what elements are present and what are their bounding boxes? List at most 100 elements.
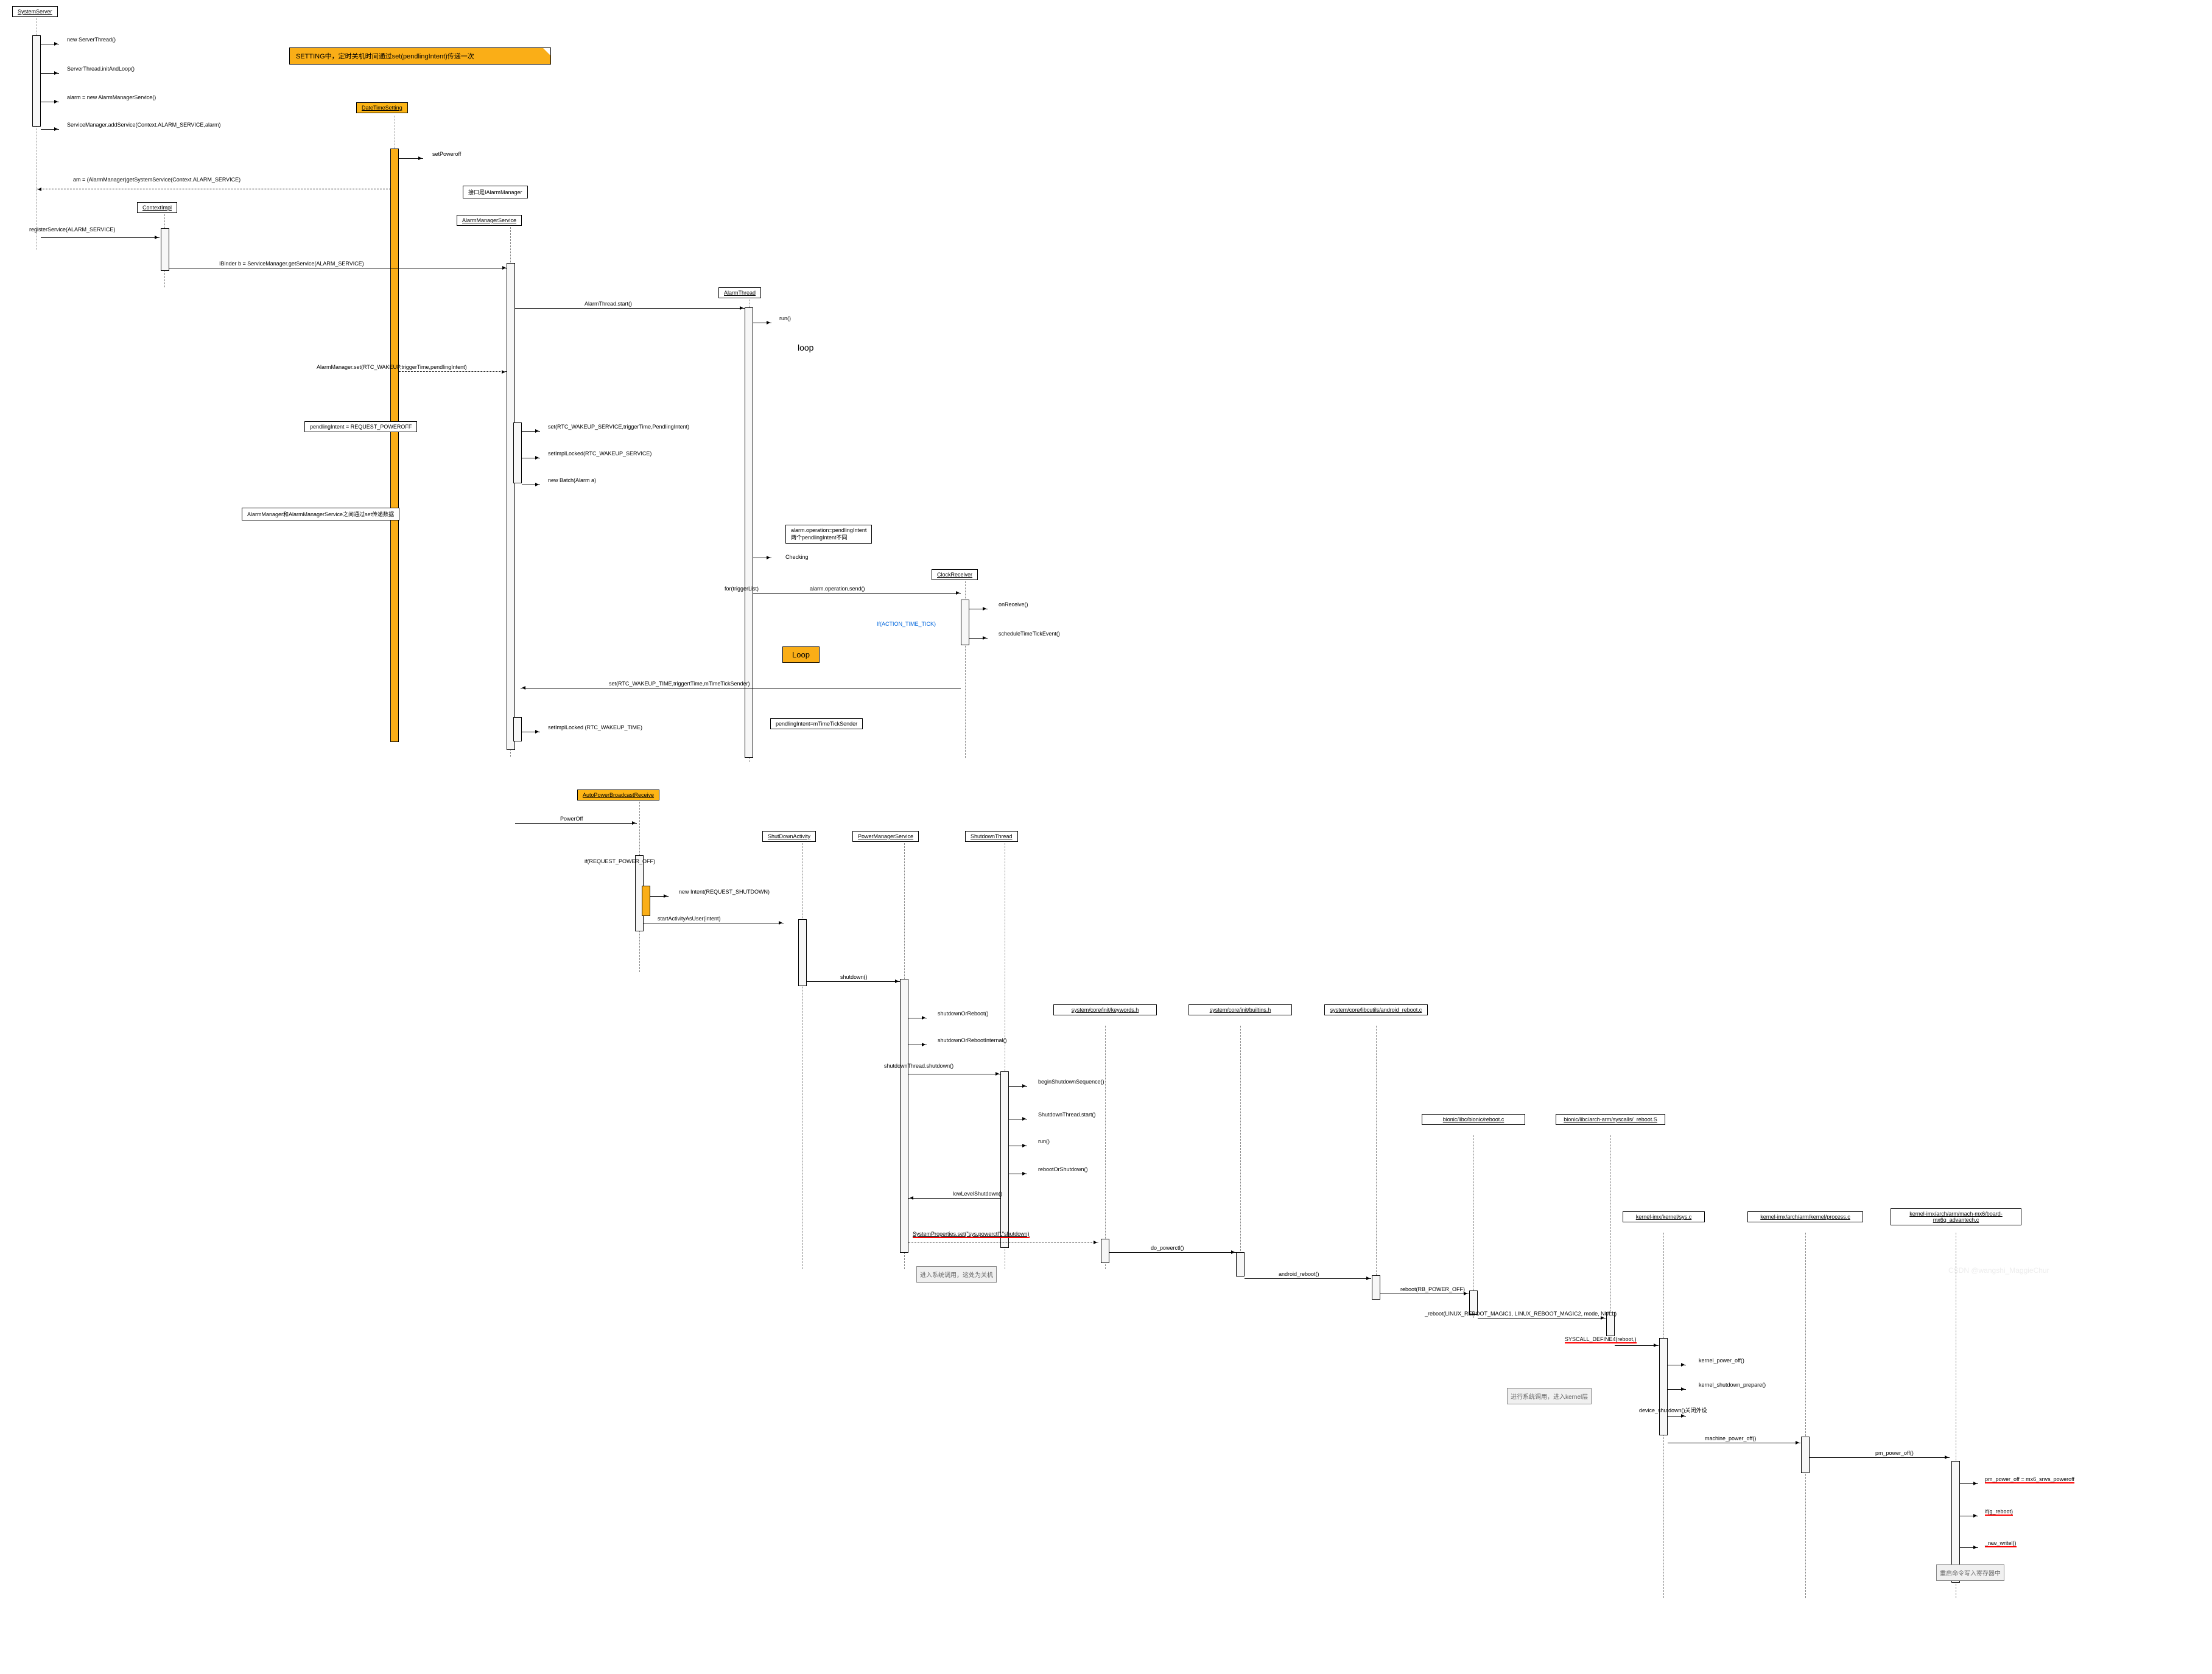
android-reboot-c-box: system/core/libcutils/android_reboot.c [1324,1004,1428,1015]
pending-intent-request-box: pendlingIntent = REQUEST_POWEROFF [304,421,417,432]
arrow-alarm-operation-send [753,593,961,594]
raw-writel-label: _raw_writel() [1985,1540,2017,1547]
rtc-wakeup-activation [513,422,522,483]
syscalls-reboot-s-lifeline [1610,1135,1611,1336]
arrow-reboot-linux-magic [1478,1318,1606,1319]
date-time-setting-box: DateTimeSetting [356,102,408,113]
builtins-h-lifeline [1240,1026,1241,1269]
shutdown-activity-box: ShutDownActivity [762,831,816,842]
register-service-label: registerService(ALARM_SERVICE) [29,226,115,233]
arrow-set-rtc-wakeup-service [522,431,540,432]
power-off-label: PowerOff [560,816,583,822]
device-shutdown-label: device_shutdown()关闭外设 [1639,1406,1707,1414]
loop-inner-box: Loop [782,646,820,663]
builtins-h-activation [1236,1252,1245,1277]
set-power-off-label: setPoweroff [432,151,461,157]
arrow-kernel-shutdown-prepare [1668,1389,1686,1390]
rtc-wakeup-time-activation [513,717,522,741]
system-properties-set-label: SystemProperties.set("sys.powerctl","shu… [913,1231,1030,1238]
enter-system-note: 进入系统调用，这处为关机 [916,1266,997,1283]
new-intent-label: new Intent(REQUEST_SHUTDOWN) [679,889,770,895]
ibinder-b-label: IBinder b = ServiceManager.getService(AL… [219,261,364,267]
pm-power-off-mx6-label: pm_power_off = mx6_snvs_poweroff [1985,1476,2074,1483]
kernel-power-off-label: kernel_power_off() [1699,1357,1744,1364]
android-reboot-c-activation [1372,1275,1380,1300]
power-manager-service-activation [900,979,908,1253]
builtins-h-box: system/core/init/builtins.h [1189,1004,1292,1015]
arrow-server-thread-init [41,73,59,74]
kernel-sys-c-box: kernel-imx/kernel/sys.c [1623,1211,1705,1222]
clock-receiver-activation [961,600,969,645]
shutdown-activity-lifeline [802,843,803,1269]
run-label: run() [779,315,791,321]
arrow-android-reboot [1245,1278,1371,1279]
on-receive-label: onReceive() [999,601,1028,608]
checking-label: Checking [785,554,809,560]
arrow-device-shutdown [1668,1416,1686,1417]
arrow-pm-power-off [1810,1457,1950,1458]
loop-label: loop [798,343,813,352]
system-server-activation [32,35,41,127]
alarm-operation-note-box: alarm.operation=pendlingIntent 两个pendlin… [785,525,872,544]
arrow-schedule-time-tick [969,638,988,639]
alarm-operation-send-label: alarm.operation.send() [810,586,865,592]
low-level-shutdown-label: lowLevelShutdown() [953,1191,1002,1197]
kernel-shutdown-prepare-label: kernel_shutdown_prepare() [1699,1382,1766,1388]
alarm-thread-start-label: AlarmThread.start() [585,301,632,307]
shutdown-thread-box: ShutdownThread [965,831,1018,842]
arrow-register-service [41,237,160,238]
arrow-do-powerctl [1109,1252,1236,1253]
kernel-process-c-box: kernel-imx/arch/arm/kernel/process.c [1747,1211,1863,1222]
server-thread-init-label: ServerThread.initAndLoop() [67,66,135,72]
do-powerctl-label: do_powerctl() [1151,1245,1184,1251]
kernel-advantech-c-box: kernel-imx/arch/arm/mach-mx6/board-mx6q_… [1891,1208,2021,1225]
kernel-sys-c-activation [1659,1338,1668,1435]
set-impl-locked-time-label: setImplLocked (RTC_WAKEUP_TIME) [548,724,642,730]
arrow-alarm-manager-set [399,371,507,372]
context-impl-activation [161,228,169,271]
for-trigger-list-label: for(triggerList) [725,586,759,592]
alarm-manager-service-box: AlarmManagerService [457,215,522,226]
pm-power-off-label: pm_power_off() [1875,1450,1914,1456]
service-manager-add-label: ServiceManager.addService(Context.ALARM_… [67,122,220,128]
arrow-pm-power-off-mx6 [1960,1483,1978,1484]
shutdown-label: shutdown() [840,974,868,980]
arrow-shutdown [807,981,900,982]
schedule-time-tick-label: scheduleTimeTickEvent() [999,631,1060,637]
shutdown-thread-start-label: ShutdownThread.start() [1038,1112,1096,1118]
set-impl-locked-label: setImplLocked(RTC_WAKEUP_SERVICE) [548,450,651,457]
shutdown-thread-shutdown-label: shutdownThread.shutdown() [884,1063,953,1069]
arrow-new-intent [650,896,669,897]
enter-kernel-note: 进行系统调用，进入kernel层 [1507,1388,1592,1404]
am-get-system-service-label: am = (AlarmManager)getSystemService(Cont… [73,177,241,183]
intent-activation [642,886,650,916]
if-request-power-off-label: if(REQUEST_POWER_OFF) [585,858,655,864]
bionic-reboot-c-box: bionic/libc/bionic/reboot.c [1422,1114,1525,1125]
alarm-thread-activation [745,307,753,758]
keywords-h-lifeline [1105,1026,1106,1269]
date-time-setting-activation [390,149,399,742]
arrow-power-off [515,823,637,824]
set-rtc-wakeup-time-label: set(RTC_WAKEUP_TIME,triggertTime,mTimeTi… [609,681,750,687]
system-server-box: SystemServer [12,6,58,17]
alarm-new-label: alarm = new AlarmManagerService() [67,94,156,100]
keywords-h-activation [1101,1239,1109,1263]
alarm-manager-note-box: AlarmManager和AlarmManagerService之间通过set传… [242,508,399,520]
setting-note: SETTING中，定时关机时间通过set(pendlingIntent)传递一次 [289,47,551,65]
arrow-alarm-thread-start [515,308,745,309]
ialarm-manager-box: 接口是IAlarmManager [463,186,528,198]
arrow-set-power-off [399,158,423,159]
alarm-manager-set-label: AlarmManager.set(RTC_WAKEUP,triggerTime,… [317,364,467,370]
kernel-process-c-lifeline [1805,1233,1806,1598]
watermark: CSDN @wangshi_MaggieChur [1948,1266,2049,1275]
begin-shutdown-sequence-label: beginShutdownSequence() [1038,1079,1104,1085]
shutdown-or-reboot-internal-label: shutdownOrRebootInternal() [938,1037,1007,1043]
machine-power-off-label: machine_power_off() [1705,1435,1756,1441]
android-reboot-label: android_reboot() [1279,1271,1319,1277]
alarm-thread-box: AlarmThread [718,287,761,298]
syscall-define4-label: SYSCALL_DEFINE4(reboot,) [1565,1336,1637,1343]
arrow-raw-writel [1960,1547,1978,1548]
reboot-linux-magic-label: _reboot(LINUX_REBOOT_MAGIC1, LINUX_REBOO… [1425,1311,1617,1317]
start-activity-label: startActivityAsUser(intent) [658,916,721,922]
if-g-reboot-label: if(g_reboot) [1985,1508,2013,1516]
